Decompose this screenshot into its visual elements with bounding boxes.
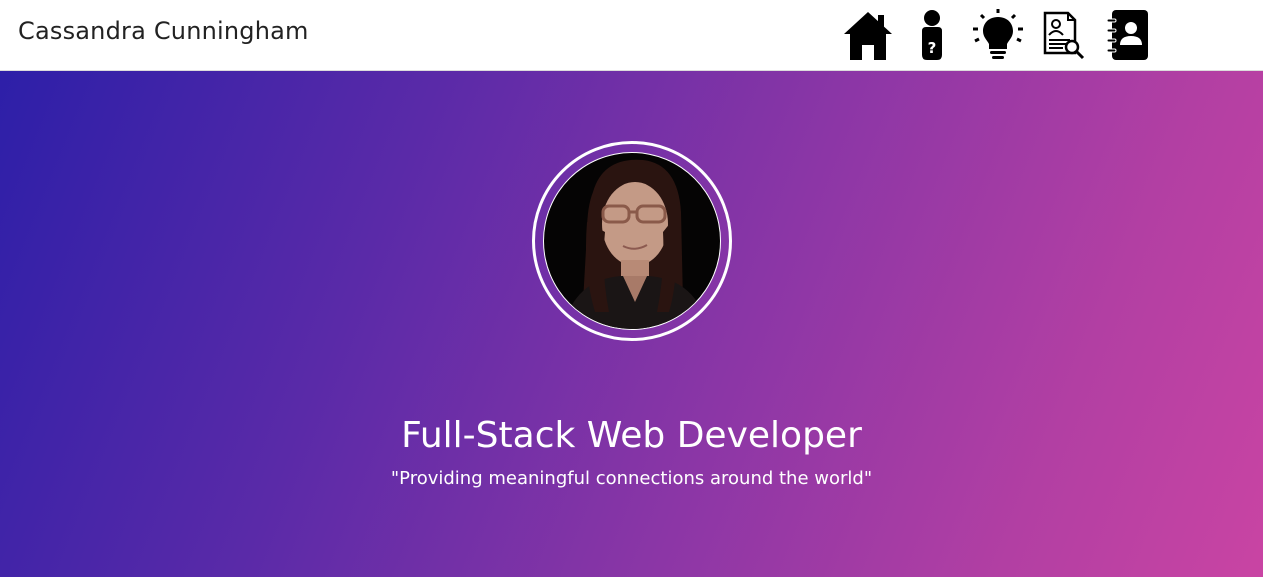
hero-title: Full-Stack Web Developer bbox=[401, 415, 862, 456]
profile-photo bbox=[543, 152, 721, 330]
brand-name[interactable]: Cassandra Cunningham bbox=[18, 17, 309, 45]
nav-projects-link[interactable] bbox=[972, 9, 1024, 61]
home-icon bbox=[844, 12, 892, 60]
avatar-ring bbox=[532, 141, 732, 341]
lightbulb-icon bbox=[973, 9, 1023, 59]
resume-search-icon bbox=[1043, 11, 1085, 60]
hero-tagline: "Providing meaningful connections around… bbox=[390, 468, 873, 489]
nav-resume-link[interactable] bbox=[1042, 9, 1086, 61]
hero-section: Full-Stack Web Developer "Providing mean… bbox=[0, 71, 1263, 577]
nav-home-link[interactable] bbox=[842, 9, 894, 61]
person-question-icon: ? bbox=[922, 10, 942, 60]
svg-text:?: ? bbox=[928, 39, 937, 57]
nav-about-link[interactable]: ? bbox=[916, 9, 948, 61]
nav-contact-link[interactable] bbox=[1106, 9, 1150, 61]
navbar: Cassandra Cunningham ? bbox=[0, 0, 1263, 71]
contact-book-icon bbox=[1106, 10, 1148, 60]
